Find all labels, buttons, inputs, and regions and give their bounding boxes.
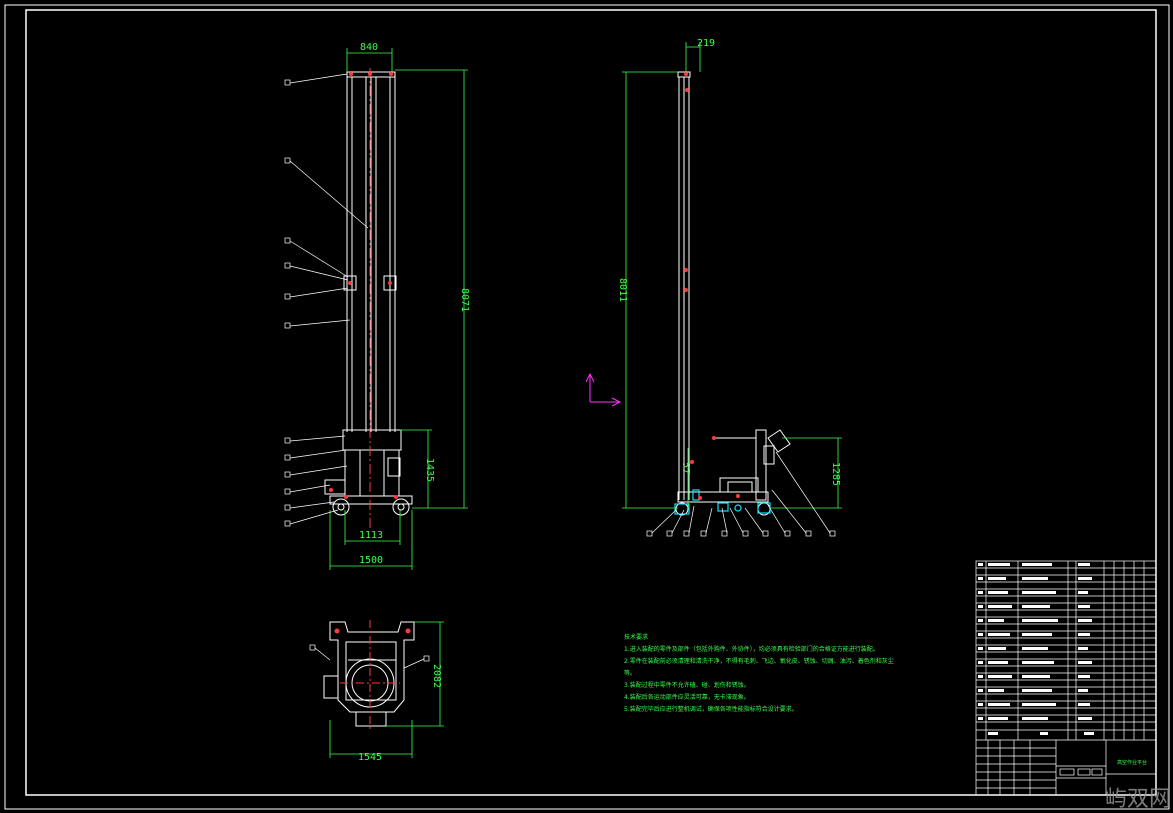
notes-line-5: 4.装配后各运动部件应灵活可靠，无卡滞现象。	[624, 694, 750, 701]
ucs-axis-icon	[585, 372, 622, 407]
notes-line-1: 1.进入装配的零件及部件（包括外购件、外协件），均必须具有检验部门的合格证方能进…	[624, 646, 879, 653]
title-block-name: 高空作业平台	[1116, 760, 1147, 766]
technical-notes: 技术要求 1.进入装配的零件及部件（包括外购件、外协件），均必须具有检验部门的合…	[624, 632, 894, 716]
front-dim-840: 840	[360, 42, 378, 53]
cad-drawing: 840 8071 1435 1113 1500 219 8011 1285 57…	[4, 4, 1170, 810]
front-dim-1113: 1113	[359, 530, 383, 541]
notes-line-3: 等。	[624, 670, 637, 677]
side-dim-8011: 8011	[617, 278, 628, 302]
plan-view	[323, 621, 415, 727]
notes-line-6: 5.装配完毕后应进行整机调试，确保各项性能指标符合设计要求。	[624, 706, 798, 713]
front-leaders	[284, 73, 369, 527]
front-dim-1435: 1435	[424, 458, 435, 482]
front-dim-8071: 8071	[459, 288, 470, 312]
plan-dim-2082: 2082	[431, 664, 442, 688]
front-view	[324, 71, 413, 516]
side-dim-57: 57	[680, 462, 691, 474]
front-centerlines	[329, 68, 398, 528]
side-center-marks	[684, 72, 740, 500]
side-dim-1285: 1285	[830, 462, 841, 486]
notes-heading: 技术要求	[624, 634, 649, 641]
watermark-text: 屿双网	[1104, 787, 1171, 812]
outer-frame	[4, 4, 1170, 810]
side-leaders	[646, 451, 836, 537]
plan-dim-1545: 1545	[358, 752, 382, 763]
front-dim-1500: 1500	[359, 555, 383, 566]
side-dim-219: 219	[697, 38, 715, 49]
notes-line-2: 2.零件在装配前必须清理和清洗干净，不得有毛刺、飞边、氧化皮、锈蚀、切屑、油污、…	[624, 658, 894, 665]
notes-line-4: 3.装配过程中零件不允许磕、碰、划伤和锈蚀。	[624, 682, 750, 689]
side-view	[675, 71, 791, 516]
